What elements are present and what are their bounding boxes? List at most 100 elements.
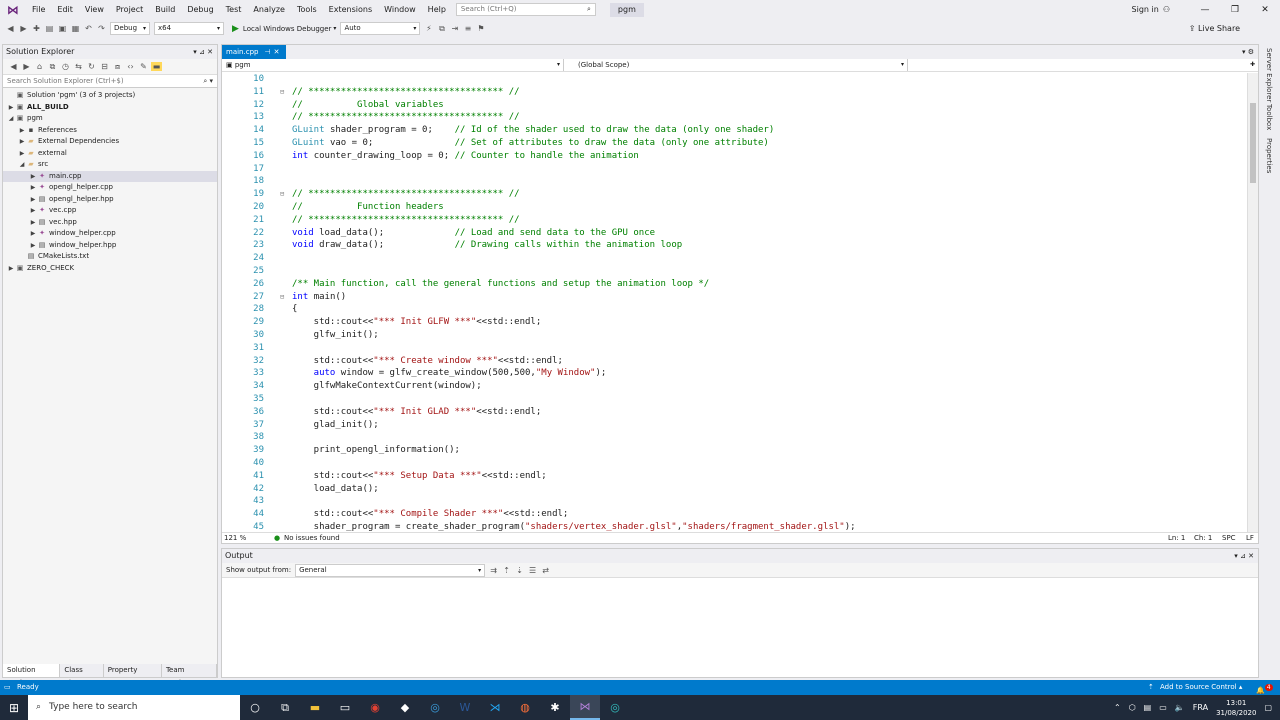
code-line[interactable]: 35 xyxy=(222,393,1246,406)
collapsed-icon[interactable]: ▶ xyxy=(18,125,26,137)
chevron-up-icon[interactable]: ⌃ xyxy=(1114,703,1121,712)
expanded-icon[interactable]: ◢ xyxy=(18,159,26,171)
code-line[interactable]: 45 shader_program = create_shader_progra… xyxy=(222,521,1246,532)
code-line[interactable]: 21 // ***********************************… xyxy=(222,214,1246,227)
code-line[interactable]: 20 // Function headers xyxy=(222,201,1246,214)
code-line[interactable]: 33 auto window = glfw_create_window(500,… xyxy=(222,367,1246,380)
code-line[interactable]: 41 std::cout<<"*** Setup Data ***"<<std:… xyxy=(222,470,1246,483)
collapsed-icon[interactable]: ▶ xyxy=(18,148,26,160)
tab-server-explorer[interactable]: Server Explorer xyxy=(1265,48,1273,102)
cortana-icon[interactable]: ○ xyxy=(240,695,270,720)
code-line[interactable]: 39 print_opengl_information(); xyxy=(222,444,1246,457)
code-line[interactable]: 43 xyxy=(222,495,1246,508)
line-ending[interactable]: LF xyxy=(1246,533,1254,543)
app-icon[interactable]: ◆ xyxy=(390,695,420,720)
menu-tools[interactable]: Tools xyxy=(291,0,323,19)
hot-reload-icon[interactable]: ⚡ xyxy=(423,24,434,33)
show-all-icon[interactable]: ⧈ xyxy=(112,62,123,72)
code-line[interactable]: 14 GLuint shader_program = 0; // Id of th… xyxy=(222,124,1246,137)
bottom-tab[interactable]: Team Explorer xyxy=(161,664,217,687)
vertical-scrollbar[interactable] xyxy=(1247,73,1258,532)
code-line[interactable]: 23 void draw_data(); // Drawing calls wit… xyxy=(222,239,1246,252)
tree-node[interactable]: ◢ ▰ src xyxy=(3,159,217,171)
clock[interactable]: 13:01 31/08/2020 xyxy=(1216,698,1256,718)
code-line[interactable]: 42 load_data(); xyxy=(222,483,1246,496)
config-dropdown[interactable]: Debug ▾ xyxy=(110,22,150,35)
slack-icon[interactable]: ✱ xyxy=(540,695,570,720)
collapsed-icon[interactable]: ▶ xyxy=(29,171,37,183)
collapsed-icon[interactable]: ▶ xyxy=(29,217,37,229)
bottom-tab[interactable]: Property Man... xyxy=(103,664,162,687)
code-line[interactable]: 10 xyxy=(222,73,1246,86)
find-message-icon[interactable]: ⇉ xyxy=(488,566,499,575)
code-line[interactable]: 22 void load_data(); // Load and send dat… xyxy=(222,227,1246,240)
word-icon[interactable]: W xyxy=(450,695,480,720)
tab-properties[interactable]: Properties xyxy=(1265,138,1273,173)
switch-views-icon[interactable]: ⧉ xyxy=(47,62,58,72)
auto-dropdown[interactable]: Auto ▾ xyxy=(340,22,421,35)
bottom-tab[interactable]: Class View xyxy=(60,664,104,687)
code-line[interactable]: 31 xyxy=(222,342,1246,355)
firefox-icon[interactable]: ◍ xyxy=(510,695,540,720)
collapsed-icon[interactable]: ▶ xyxy=(18,136,26,148)
code-line[interactable]: 29 std::cout<<"*** Init GLFW ***"<<std::… xyxy=(222,316,1246,329)
expanded-icon[interactable]: ◢ xyxy=(7,113,15,125)
tree-node[interactable]: ▶ ▪ References xyxy=(3,125,217,137)
tree-node[interactable]: ▣ Solution 'pgm' (3 of 3 projects) xyxy=(3,90,217,102)
terminal-icon[interactable]: ▭ xyxy=(330,695,360,720)
code-line[interactable]: 24 xyxy=(222,252,1246,265)
member-dropdown[interactable]: ✚ xyxy=(910,59,1258,71)
tree-node[interactable]: ▶ ✦ main.cpp xyxy=(3,170,217,183)
windows-start-icon[interactable]: ⊞ xyxy=(0,701,28,715)
code-line[interactable]: 18 xyxy=(222,175,1246,188)
vscode-icon[interactable]: ⋊ xyxy=(480,695,510,720)
tree-node[interactable]: ▶ ▤ window_helper.hpp xyxy=(3,240,217,252)
tree-node[interactable]: ◢ ▣ pgm xyxy=(3,113,217,125)
restore-icon[interactable]: ❐ xyxy=(1220,5,1250,15)
tree-node[interactable]: ▶ ✦ vec.cpp xyxy=(3,205,217,217)
spacing-mode[interactable]: SPC xyxy=(1222,533,1236,543)
collapsed-icon[interactable]: ▶ xyxy=(29,228,37,240)
visual-studio-logo-icon[interactable]: ⋈ xyxy=(0,0,26,19)
fold-icon[interactable]: ⊟ xyxy=(280,188,284,201)
pending-changes-icon[interactable]: ◷ xyxy=(60,62,71,71)
save-icon[interactable]: ▣ xyxy=(57,24,68,33)
fold-icon[interactable]: ⊟ xyxy=(280,86,284,99)
code-area[interactable]: 10 11 ⊟ // ********************************… xyxy=(222,73,1246,532)
platform-dropdown[interactable]: x64 ▾ xyxy=(154,22,224,35)
sync-icon[interactable]: ⇆ xyxy=(73,62,84,71)
back-icon[interactable]: ◀ xyxy=(8,62,19,71)
menu-build[interactable]: Build xyxy=(149,0,181,19)
visual-studio-icon[interactable]: ⋈ xyxy=(570,695,600,720)
project-dropdown[interactable]: ▣ pgm ▾ xyxy=(222,59,564,71)
code-line[interactable]: 37 glad_init(); xyxy=(222,419,1246,432)
code-line[interactable]: 34 glfwMakeContextCurrent(window); xyxy=(222,380,1246,393)
collapsed-icon[interactable]: ▶ xyxy=(29,194,37,206)
menu-edit[interactable]: Edit xyxy=(51,0,79,19)
code-line[interactable]: 11 ⊟ // **********************************… xyxy=(222,86,1246,99)
zoom-level[interactable]: 121 % xyxy=(224,533,246,543)
code-line[interactable]: 30 glfw_init(); xyxy=(222,329,1246,342)
code-line[interactable]: 16 int counter_drawing_loop = 0; // Count… xyxy=(222,150,1246,163)
code-line[interactable]: 38 xyxy=(222,431,1246,444)
display-icon[interactable]: ▭ xyxy=(1159,703,1167,712)
panel-controls-icon[interactable]: ▾ ⊿ ✕ xyxy=(1234,549,1254,563)
signin-link[interactable]: Sign in xyxy=(1132,5,1159,14)
menu-extensions[interactable]: Extensions xyxy=(323,0,378,19)
forward-icon[interactable]: ▶ xyxy=(18,24,29,33)
tree-node[interactable]: ▶ ▤ vec.hpp xyxy=(3,217,217,229)
collapsed-icon[interactable]: ▶ xyxy=(29,240,37,252)
volume-icon[interactable]: 🔈 xyxy=(1175,703,1185,712)
tab-toolbox[interactable]: Toolbox xyxy=(1265,104,1273,130)
account-icon[interactable]: ⚇ xyxy=(1163,5,1170,14)
action-center-icon[interactable]: ▢ xyxy=(1264,703,1272,712)
tree-node[interactable]: ▶ ✦ opengl_helper.cpp xyxy=(3,182,217,194)
word-wrap-icon[interactable]: ⇄ xyxy=(540,566,551,575)
issues-status[interactable]: No issues found xyxy=(284,533,340,543)
tree-node[interactable]: ▶ ▣ ALL_BUILD xyxy=(3,102,217,114)
next-message-icon[interactable]: ⇣ xyxy=(514,566,525,575)
menu-project[interactable]: Project xyxy=(110,0,149,19)
tree-node[interactable]: ▤ CMakeLists.txt xyxy=(3,251,217,263)
code-line[interactable]: 25 xyxy=(222,265,1246,278)
close-icon[interactable]: ✕ xyxy=(1250,5,1280,15)
